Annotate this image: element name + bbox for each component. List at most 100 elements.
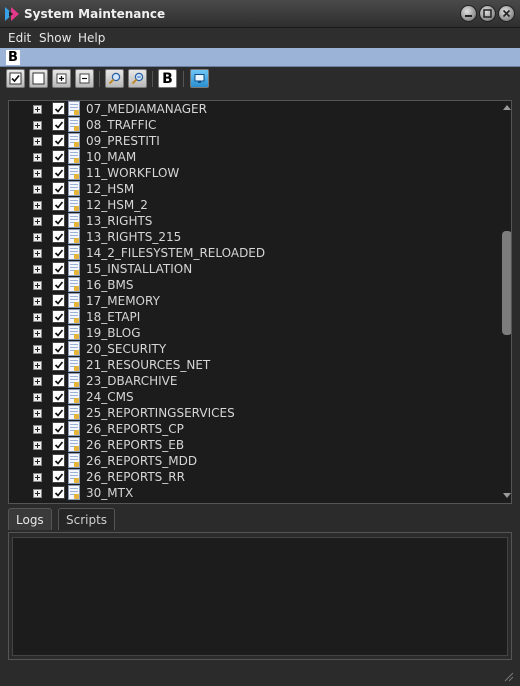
expand-plus-icon[interactable] bbox=[33, 265, 42, 274]
tree-row[interactable]: 15_INSTALLATION bbox=[9, 261, 497, 277]
tree-checkbox[interactable] bbox=[52, 102, 65, 115]
tree-scrollbar[interactable] bbox=[501, 101, 511, 503]
expand-plus-icon[interactable] bbox=[33, 233, 42, 242]
zoom-in-button[interactable] bbox=[105, 69, 124, 88]
expand-plus-icon[interactable] bbox=[33, 425, 42, 434]
tree-checkbox[interactable] bbox=[52, 438, 65, 451]
resize-grip-icon[interactable] bbox=[502, 670, 514, 682]
tree-checkbox[interactable] bbox=[52, 182, 65, 195]
module-tree[interactable]: 07_MEDIAMANAGER 08_TRAFFIC 09_PRESTITI 10_M… bbox=[8, 100, 512, 504]
logs-output[interactable] bbox=[12, 537, 508, 656]
menu-help[interactable]: Help bbox=[78, 31, 105, 45]
tree-row[interactable]: 11_WORKFLOW bbox=[9, 165, 497, 181]
expand-plus-icon[interactable] bbox=[33, 153, 42, 162]
tree-row[interactable]: 12_HSM_2 bbox=[9, 197, 497, 213]
tree-checkbox[interactable] bbox=[52, 486, 65, 499]
tree-row[interactable]: 07_MEDIAMANAGER bbox=[9, 101, 497, 117]
expand-plus-icon[interactable] bbox=[33, 297, 42, 306]
expand-plus-icon[interactable] bbox=[33, 201, 42, 210]
tree-row[interactable]: 23_DBARCHIVE bbox=[9, 373, 497, 389]
expand-plus-icon[interactable] bbox=[33, 329, 42, 338]
tree-row[interactable]: 09_PRESTITI bbox=[9, 133, 497, 149]
expand-plus-icon[interactable] bbox=[33, 473, 42, 482]
tree-row[interactable]: 13_RIGHTS_215 bbox=[9, 229, 497, 245]
expand-plus-icon[interactable] bbox=[33, 489, 42, 498]
scroll-thumb[interactable] bbox=[502, 231, 511, 335]
tree-checkbox[interactable] bbox=[52, 390, 65, 403]
monitor-button[interactable] bbox=[190, 69, 209, 88]
tree-row[interactable]: 17_MEMORY bbox=[9, 293, 497, 309]
tree-row[interactable]: 18_ETAPI bbox=[9, 309, 497, 325]
tree-checkbox[interactable] bbox=[52, 262, 65, 275]
tree-checkbox[interactable] bbox=[52, 246, 65, 259]
menu-show[interactable]: Show bbox=[39, 31, 71, 45]
scroll-down-arrow-icon[interactable] bbox=[503, 493, 511, 498]
tree-row[interactable]: 08_TRAFFIC bbox=[9, 117, 497, 133]
tree-row[interactable]: 13_RIGHTS bbox=[9, 213, 497, 229]
tree-checkbox[interactable] bbox=[52, 214, 65, 227]
expand-plus-icon[interactable] bbox=[33, 281, 42, 290]
close-button[interactable] bbox=[498, 5, 515, 22]
tree-checkbox[interactable] bbox=[52, 134, 65, 147]
collapse-all-button[interactable] bbox=[75, 69, 94, 88]
tree-checkbox[interactable] bbox=[52, 118, 65, 131]
expand-plus-icon[interactable] bbox=[33, 185, 42, 194]
tree-checkbox[interactable] bbox=[52, 454, 65, 467]
tree-checkbox[interactable] bbox=[52, 278, 65, 291]
tree-row[interactable]: 10_MAM bbox=[9, 149, 497, 165]
check-all-button[interactable] bbox=[6, 69, 25, 88]
tree-checkbox[interactable] bbox=[52, 310, 65, 323]
tree-row[interactable]: 20_SECURITY bbox=[9, 341, 497, 357]
tree-checkbox[interactable] bbox=[52, 358, 65, 371]
tree-row[interactable]: 26_REPORTS_CP bbox=[9, 421, 497, 437]
zoom-out-button[interactable] bbox=[128, 69, 147, 88]
title-bar[interactable]: System Maintenance bbox=[0, 0, 520, 28]
path-bar[interactable]: B bbox=[0, 48, 520, 67]
tab-logs[interactable]: Logs bbox=[8, 508, 52, 530]
tree-row[interactable]: 30_MTX bbox=[9, 485, 497, 501]
tree-checkbox[interactable] bbox=[52, 374, 65, 387]
expand-plus-icon[interactable] bbox=[33, 409, 42, 418]
expand-plus-icon[interactable] bbox=[33, 345, 42, 354]
tree-row[interactable]: 24_CMS bbox=[9, 389, 497, 405]
uncheck-all-button[interactable] bbox=[29, 69, 48, 88]
tab-scripts[interactable]: Scripts bbox=[58, 508, 116, 530]
tree-row[interactable]: 26_REPORTS_RR bbox=[9, 469, 497, 485]
tree-row[interactable]: 16_BMS bbox=[9, 277, 497, 293]
minimize-button[interactable] bbox=[460, 5, 477, 22]
expand-plus-icon[interactable] bbox=[33, 217, 42, 226]
expand-plus-icon[interactable] bbox=[33, 121, 42, 130]
bold-b-button[interactable]: B bbox=[158, 69, 177, 88]
tree-checkbox[interactable] bbox=[52, 342, 65, 355]
tree-checkbox[interactable] bbox=[52, 294, 65, 307]
tree-row[interactable]: 12_HSM bbox=[9, 181, 497, 197]
tree-row[interactable]: 21_RESOURCES_NET bbox=[9, 357, 497, 373]
expand-plus-icon[interactable] bbox=[33, 169, 42, 178]
expand-plus-icon[interactable] bbox=[33, 137, 42, 146]
expand-plus-icon[interactable] bbox=[33, 457, 42, 466]
expand-plus-icon[interactable] bbox=[33, 105, 42, 114]
menu-edit[interactable]: Edit bbox=[8, 31, 31, 45]
tree-checkbox[interactable] bbox=[52, 326, 65, 339]
expand-plus-icon[interactable] bbox=[33, 441, 42, 450]
expand-plus-icon[interactable] bbox=[33, 393, 42, 402]
tree-row[interactable]: 19_BLOG bbox=[9, 325, 497, 341]
expand-plus-icon[interactable] bbox=[33, 377, 42, 386]
expand-plus-icon[interactable] bbox=[33, 313, 42, 322]
maximize-button[interactable] bbox=[479, 5, 496, 22]
tree-checkbox[interactable] bbox=[52, 470, 65, 483]
tree-checkbox[interactable] bbox=[52, 198, 65, 211]
tree-checkbox[interactable] bbox=[52, 422, 65, 435]
expand-plus-icon[interactable] bbox=[33, 249, 42, 258]
tree-row[interactable]: 14_2_FILESYSTEM_RELOADED bbox=[9, 245, 497, 261]
scroll-up-arrow-icon[interactable] bbox=[503, 105, 511, 110]
tree-checkbox[interactable] bbox=[52, 230, 65, 243]
tree-checkbox[interactable] bbox=[52, 166, 65, 179]
tree-checkbox[interactable] bbox=[52, 406, 65, 419]
tree-row[interactable]: 26_REPORTS_EB bbox=[9, 437, 497, 453]
tree-row[interactable]: 25_REPORTINGSERVICES bbox=[9, 405, 497, 421]
tree-checkbox[interactable] bbox=[52, 150, 65, 163]
tree-row[interactable]: 26_REPORTS_MDD bbox=[9, 453, 497, 469]
expand-all-button[interactable] bbox=[52, 69, 71, 88]
expand-plus-icon[interactable] bbox=[33, 361, 42, 370]
